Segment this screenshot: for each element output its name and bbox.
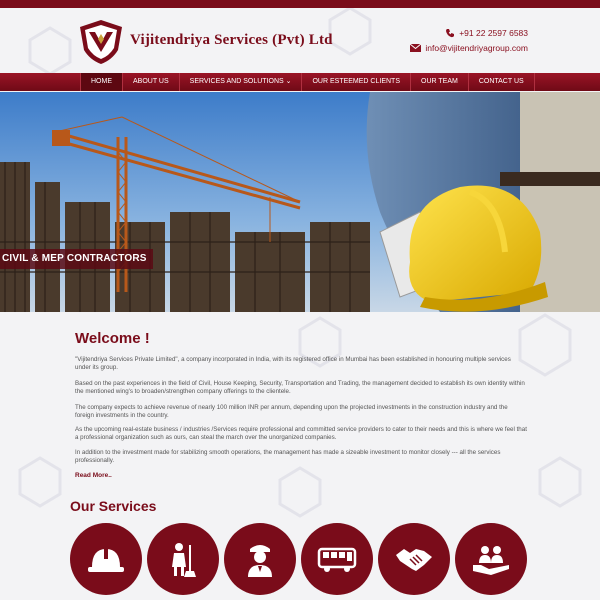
service-care[interactable] xyxy=(455,523,527,595)
welcome-paragraph-3: The company expects to achieve revenue o… xyxy=(75,404,508,420)
welcome-paragraph-5: In addition to the investment made for s… xyxy=(75,449,501,465)
welcome-paragraph-4: As the upcoming real-estate business / i… xyxy=(75,426,527,442)
envelope-icon xyxy=(410,43,422,52)
care-hands-icon xyxy=(473,546,509,575)
bus-icon xyxy=(317,547,357,572)
nav-our-team[interactable]: OUR TEAM xyxy=(411,73,469,91)
email-contact[interactable]: info@vijitendriyagroup.com xyxy=(410,42,528,53)
hero-tagline: CIVIL & MEP CONTRACTORS xyxy=(0,249,153,269)
welcome-paragraph-2: Based on the past experiences in the fie… xyxy=(75,380,525,396)
services-title: Our Services xyxy=(70,498,157,514)
nav-esteemed-clients[interactable]: OUR ESTEEMED CLIENTS xyxy=(302,73,411,91)
top-accent-bar xyxy=(0,0,600,8)
main-navigation: HOME ABOUT US SERVICES AND SOLUTIONS ⌄ O… xyxy=(0,73,600,91)
phone-number: +91 22 2597 6583 xyxy=(459,27,528,38)
service-transportation[interactable] xyxy=(301,523,373,595)
phone-contact[interactable]: +91 22 2597 6583 xyxy=(445,27,528,38)
email-address: info@vijitendriyagroup.com xyxy=(425,42,528,53)
construction-hero-image xyxy=(0,92,600,312)
nav-about-us[interactable]: ABOUT US xyxy=(123,73,180,91)
service-housekeeping[interactable] xyxy=(147,523,219,595)
nav-contact-us[interactable]: CONTACT US xyxy=(469,73,535,91)
brand-name[interactable]: Vijitendriya Services (Pvt) Ltd xyxy=(130,32,333,49)
read-more-link[interactable]: Read More.. xyxy=(75,472,112,479)
shield-logo-icon[interactable] xyxy=(78,18,124,66)
security-guard-icon xyxy=(248,545,272,577)
hero-banner xyxy=(0,92,600,312)
welcome-paragraph-1: "Vijitendriya Services Private Limited",… xyxy=(75,356,511,372)
welcome-title: Welcome ! xyxy=(75,330,150,347)
nav-home[interactable]: HOME xyxy=(80,73,123,91)
service-security[interactable] xyxy=(224,523,296,595)
site-header: Vijitendriya Services (Pvt) Ltd +91 22 2… xyxy=(0,8,600,72)
housekeeping-icon xyxy=(172,543,196,577)
service-trading[interactable] xyxy=(378,523,450,595)
handshake-icon xyxy=(396,549,432,571)
hardhat-icon xyxy=(88,547,124,572)
service-civil[interactable] xyxy=(70,523,142,595)
phone-icon xyxy=(446,28,455,37)
nav-services-and-solutions[interactable]: SERVICES AND SOLUTIONS ⌄ xyxy=(180,73,303,91)
